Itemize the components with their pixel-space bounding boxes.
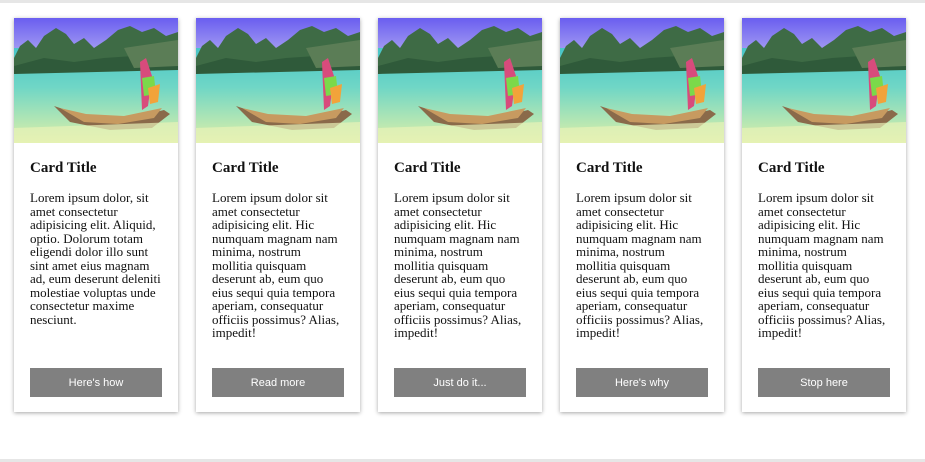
card: Card Title Lorem ipsum dolor sit amet co…: [560, 18, 724, 412]
card-image: [378, 18, 542, 143]
card-text: Lorem ipsum dolor sit amet consectetur a…: [576, 190, 704, 340]
card-text: Lorem ipsum dolor sit amet consectetur a…: [394, 190, 522, 340]
card-body: Card Title Lorem ipsum dolor sit amet co…: [560, 143, 724, 353]
card: Card Title Lorem ipsum dolor sit amet co…: [196, 18, 360, 412]
just-do-it-button[interactable]: Just do it...: [394, 368, 526, 397]
card-image: [196, 18, 360, 143]
card-image: [14, 18, 178, 143]
card-body: Card Title Lorem ipsum dolor sit amet co…: [742, 143, 906, 353]
card-title: Card Title: [394, 160, 461, 176]
card-row: Card Title Lorem ipsum dolor, sit amet c…: [14, 18, 906, 412]
card-title: Card Title: [30, 160, 97, 176]
read-more-button[interactable]: Read more: [212, 368, 344, 397]
heres-how-button[interactable]: Here's how: [30, 368, 162, 397]
card-body: Card Title Lorem ipsum dolor sit amet co…: [196, 143, 360, 353]
card-title: Card Title: [212, 160, 279, 176]
stop-here-button[interactable]: Stop here: [758, 368, 890, 397]
card-image: [560, 18, 724, 143]
top-divider: [0, 0, 925, 3]
card-title: Card Title: [758, 160, 825, 176]
card-text: Lorem ipsum dolor, sit amet consectetur …: [30, 190, 161, 327]
card-title: Card Title: [576, 160, 643, 176]
card-image: [742, 18, 906, 143]
card: Card Title Lorem ipsum dolor sit amet co…: [378, 18, 542, 412]
card-text: Lorem ipsum dolor sit amet consectetur a…: [212, 190, 340, 340]
card-body: Card Title Lorem ipsum dolor, sit amet c…: [14, 143, 178, 353]
card-text: Lorem ipsum dolor sit amet consectetur a…: [758, 190, 886, 340]
heres-why-button[interactable]: Here's why: [576, 368, 708, 397]
card: Card Title Lorem ipsum dolor sit amet co…: [742, 18, 906, 412]
card: Card Title Lorem ipsum dolor, sit amet c…: [14, 18, 178, 412]
card-body: Card Title Lorem ipsum dolor sit amet co…: [378, 143, 542, 353]
